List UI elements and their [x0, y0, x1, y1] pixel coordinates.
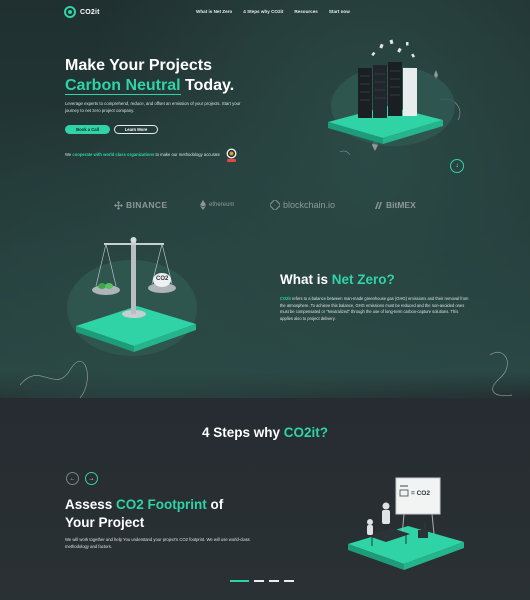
nav-link-resources[interactable]: Resources	[294, 9, 318, 14]
pager-dot-4[interactable]	[284, 580, 294, 582]
scroll-down-button[interactable]: ↓	[450, 159, 464, 173]
previous-step-button[interactable]: ←	[66, 472, 79, 485]
top-navigation: CO2it What is Net Zero 4 Steps why CO2it…	[0, 0, 530, 26]
brand-binance: BINANCE	[114, 200, 168, 210]
nav-link-net-zero[interactable]: What is Net Zero	[196, 9, 232, 14]
steps-pagination	[230, 580, 294, 582]
partner-link[interactable]: cooperate with world class organizations	[72, 152, 154, 157]
scale-co2-label: CO2	[156, 276, 169, 282]
certification-seal-icon	[226, 148, 237, 162]
hero-title-line1: Make Your Projects	[65, 57, 213, 74]
server-illustration	[328, 39, 455, 146]
hero-title-rest: Today.	[180, 77, 235, 94]
learn-more-button[interactable]: Learn More	[114, 125, 158, 134]
blockchain-icon	[270, 200, 280, 210]
co2it-logo-icon	[64, 6, 76, 18]
brand-ethereum: ethereum	[200, 200, 234, 210]
step-description: We will work together and help You under…	[65, 537, 250, 549]
net-zero-title: What is Net Zero?	[280, 272, 395, 287]
arrow-right-icon: →	[88, 475, 95, 482]
brand-bitmex: BitMEX	[374, 200, 416, 210]
partner-note: We cooperate with world class organizati…	[65, 152, 220, 157]
pager-dot-2[interactable]	[254, 580, 264, 582]
brand-logo[interactable]: CO2it	[64, 6, 100, 18]
bitmex-icon	[375, 201, 382, 209]
board-co2-label: = CO2	[411, 490, 430, 497]
arrow-left-icon: ←	[69, 475, 76, 482]
hero-title-accent: Carbon Neutral	[65, 77, 181, 95]
nav-link-start-now[interactable]: Start now	[329, 9, 350, 14]
assessment-illustration	[348, 477, 464, 570]
arrow-down-icon: ↓	[455, 163, 459, 169]
brand-blockchain: blockchain.io	[270, 200, 335, 210]
next-step-button[interactable]: →	[85, 472, 98, 485]
net-zero-description: CO2it refers to a balance between man-ma…	[280, 296, 469, 321]
nav-link-4-steps[interactable]: 4 Steps why CO2it	[243, 9, 283, 14]
book-call-button[interactable]: Book a Call	[65, 125, 110, 134]
ethereum-icon	[200, 200, 206, 210]
scale-illustration	[67, 237, 197, 356]
hero-description: Leverage experts to comprehend, reduce, …	[65, 101, 241, 113]
hero-title-line2: Carbon Neutral Today.	[65, 76, 234, 96]
nav-links: What is Net Zero 4 Steps why CO2it Resou…	[196, 9, 350, 14]
partner-logos: BINANCE ethereum blockchain.io BitMEX	[0, 200, 530, 216]
steps-section-title: 4 Steps why CO2it?	[201, 425, 329, 440]
pager-dot-3[interactable]	[269, 580, 279, 582]
step-title: Assess CO2 Footprint of Your Project	[65, 497, 224, 530]
pager-dot-1[interactable]	[230, 580, 249, 582]
binance-icon	[114, 200, 123, 210]
brand-name: CO2it	[80, 8, 100, 16]
